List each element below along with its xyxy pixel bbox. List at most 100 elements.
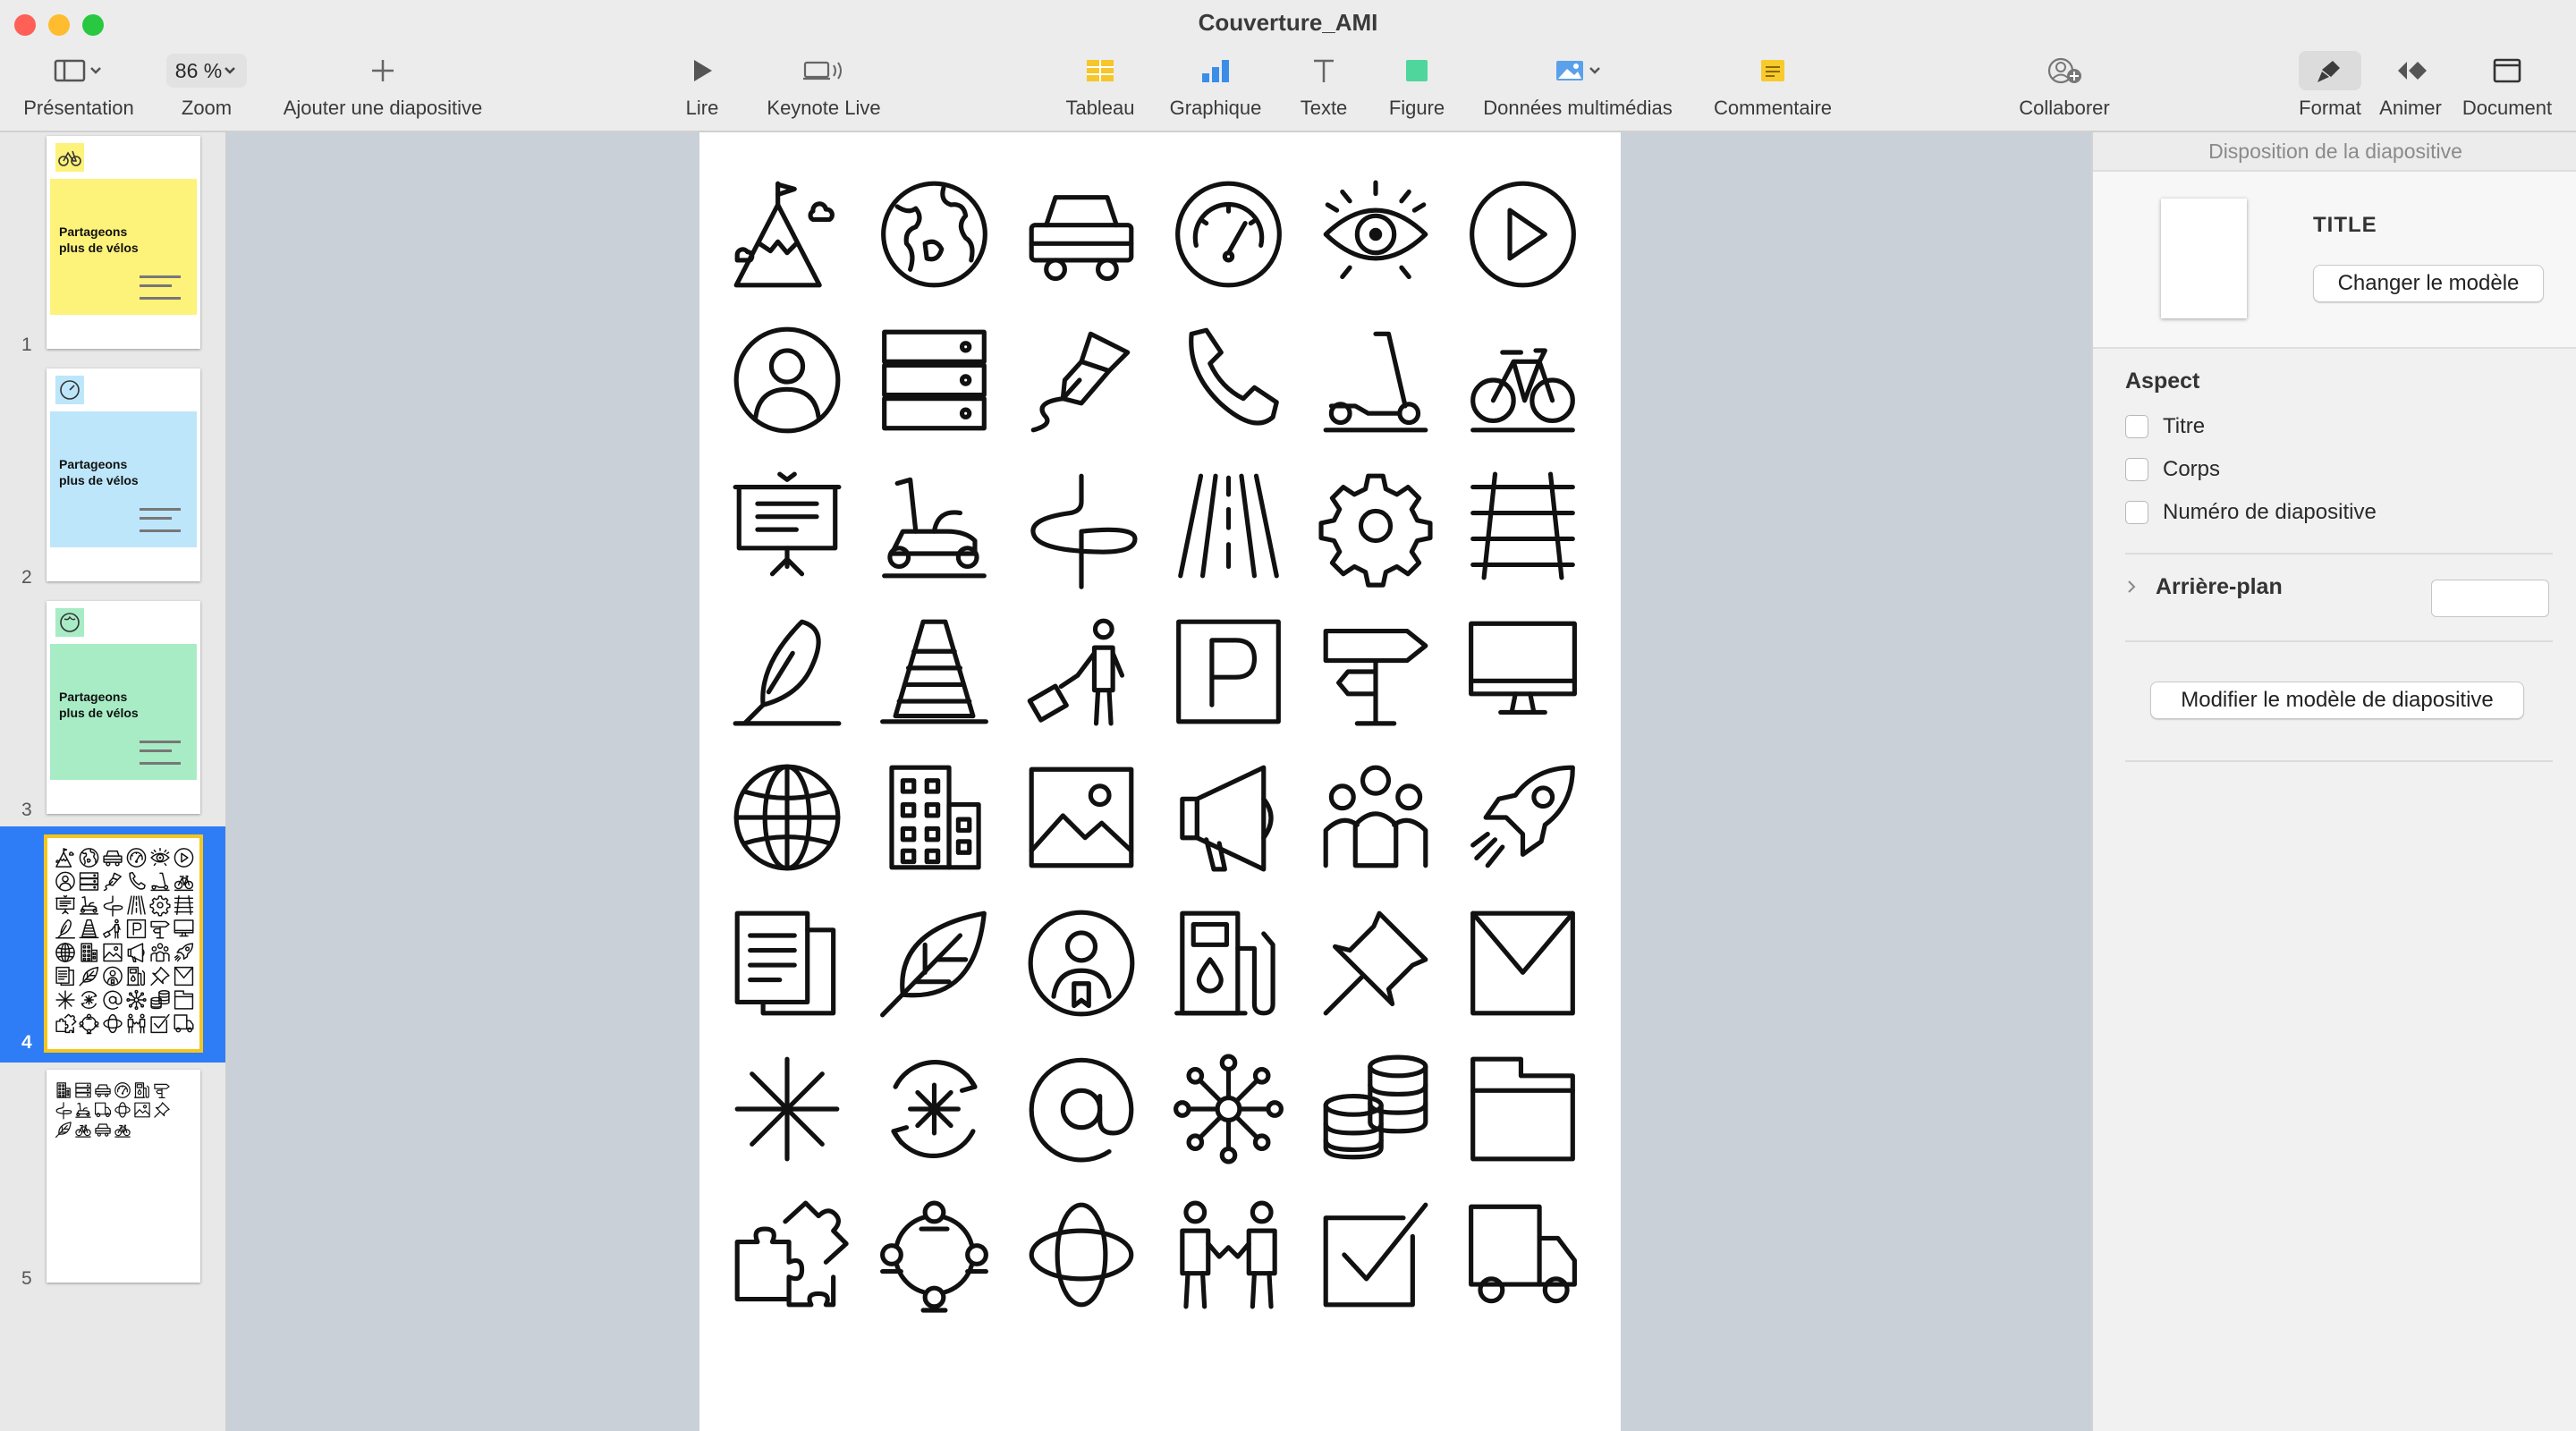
animate-button[interactable]: Animer	[2372, 48, 2449, 127]
slide-number: 4	[21, 1032, 32, 1053]
server-rack-icon	[75, 1082, 91, 1098]
animate-diamond-icon	[2393, 48, 2428, 93]
image-icon	[134, 1102, 150, 1118]
pushpin-icon[interactable]	[1323, 910, 1428, 1016]
server-rack-icon[interactable]	[882, 329, 987, 431]
checkbox-body[interactable]	[2125, 458, 2148, 481]
user-circle-icon[interactable]	[733, 326, 841, 434]
coins-stack-icon[interactable]	[1323, 1054, 1428, 1160]
speedometer-icon	[114, 1082, 131, 1098]
text-button[interactable]: Texte	[1288, 48, 1360, 127]
zoom-control[interactable]: 86 % Zoom	[157, 48, 256, 127]
checkbox-body-row[interactable]: Corps	[2125, 454, 2220, 485]
checkbox-slide-number-row[interactable]: Numéro de diapositive	[2125, 497, 2377, 528]
folder-icon[interactable]	[1470, 1056, 1575, 1162]
fuel-station-icon[interactable]	[1174, 910, 1275, 1016]
table-button[interactable]: Tableau	[1055, 48, 1145, 127]
slide-thumbnail-5[interactable]: 5	[0, 1066, 225, 1299]
globe-earth-icon[interactable]	[881, 181, 987, 288]
signpost-icon[interactable]	[1323, 628, 1428, 726]
buildings-icon[interactable]	[889, 765, 981, 870]
asterisk-icon	[55, 990, 75, 1010]
eye-icon[interactable]	[1323, 180, 1428, 280]
car-icon[interactable]	[1029, 195, 1134, 282]
layout-thumbnail[interactable]	[2161, 199, 2247, 318]
envelope-icon[interactable]	[1470, 910, 1575, 1016]
delivery-truck-icon[interactable]	[1469, 1204, 1577, 1304]
moped-icon[interactable]	[882, 477, 987, 579]
traffic-cone-icon[interactable]	[880, 619, 988, 724]
checkbox-title[interactable]	[2125, 415, 2148, 438]
user-badge-circle-icon[interactable]	[1028, 910, 1135, 1017]
play-button[interactable]: Lire	[664, 48, 741, 127]
presentation-board-icon[interactable]	[733, 471, 842, 577]
railway-track-icon[interactable]	[1470, 471, 1575, 580]
comment-button[interactable]: Commentaire	[1701, 48, 1844, 127]
phone-icon[interactable]	[1189, 327, 1279, 426]
change-master-button[interactable]: Changer le modèle	[2313, 265, 2544, 302]
checkbox-title-row[interactable]: Titre	[2125, 411, 2205, 442]
slide-thumbnail-4[interactable]: 4	[0, 826, 225, 1063]
format-button[interactable]: Format	[2290, 48, 2370, 127]
play-circle-icon[interactable]	[1470, 181, 1576, 288]
zoom-select[interactable]: 86 %	[165, 54, 248, 88]
slide-preview: Partageons plus de vélos	[47, 368, 200, 581]
add-slide-label: Ajouter une diapositive	[283, 97, 483, 119]
puzzle-icon[interactable]	[734, 1200, 849, 1308]
group-people-icon[interactable]	[1323, 765, 1428, 868]
pen-nib-icon[interactable]	[1030, 331, 1131, 433]
edit-master-button[interactable]: Modifier le modèle de diapositive	[2150, 682, 2524, 719]
orbit-icon[interactable]	[1029, 1202, 1134, 1308]
megaphone-icon[interactable]	[1180, 765, 1274, 872]
slide-thumbnail-1[interactable]: Partageons plus de vélos 1	[0, 132, 225, 365]
text-placeholder-line	[140, 508, 181, 511]
slide-preview: Partageons plus de vélos	[47, 136, 200, 349]
winding-path-icon[interactable]	[1030, 473, 1138, 589]
icon-grid-preview	[55, 848, 194, 1035]
rocket-icon[interactable]	[1470, 765, 1575, 868]
documents-icon[interactable]	[734, 910, 836, 1016]
scooter-kick-icon[interactable]	[1323, 331, 1428, 433]
background-color-well[interactable]	[2431, 580, 2549, 617]
bicycle-icon[interactable]	[1470, 348, 1575, 433]
speedometer-icon[interactable]	[1175, 181, 1282, 288]
at-sign-icon	[103, 990, 123, 1010]
text-placeholder-line	[140, 762, 181, 765]
leaf-icon[interactable]	[880, 910, 987, 1018]
chart-button[interactable]: Graphique	[1157, 48, 1274, 127]
traveler-luggage-icon[interactable]	[1027, 618, 1125, 726]
asterisk-icon[interactable]	[734, 1056, 840, 1162]
cycle-asterisk-icon[interactable]	[891, 1060, 978, 1158]
slide-preview	[44, 834, 203, 1053]
document-button[interactable]: Document	[2454, 48, 2560, 127]
network-nodes-icon[interactable]	[1174, 1054, 1284, 1164]
current-slide[interactable]	[699, 132, 1621, 1431]
road-icon[interactable]	[1178, 473, 1279, 579]
checkbox-icon[interactable]	[1323, 1202, 1428, 1308]
handshake-people-icon[interactable]	[1180, 1200, 1277, 1309]
parking-sign-icon[interactable]	[1176, 619, 1281, 724]
slide-thumbnail-3[interactable]: Partageons plus de vélos 3	[0, 597, 225, 830]
media-button[interactable]: Données multimédias	[1472, 48, 1683, 127]
monitor-icon	[174, 919, 194, 937]
icon-grid-preview	[55, 1082, 170, 1139]
community-circle-icon[interactable]	[880, 1200, 988, 1313]
checkbox-slide-number[interactable]	[2125, 501, 2148, 524]
play-circle-icon	[174, 848, 194, 868]
gear-icon[interactable]	[1318, 473, 1433, 588]
at-sign-icon[interactable]	[1029, 1057, 1134, 1163]
photo-icon	[1553, 48, 1603, 93]
slide-thumbnail-2[interactable]: Partageons plus de vélos 2	[0, 365, 225, 597]
comment-note-icon	[1758, 48, 1787, 93]
collaborate-button[interactable]: Collaborer	[2009, 48, 2120, 127]
monitor-icon[interactable]	[1469, 621, 1577, 716]
add-slide-button[interactable]: Ajouter une diapositive	[268, 48, 497, 127]
presentation-view-button[interactable]: Présentation	[9, 48, 148, 127]
background-disclosure[interactable]: Arrière-plan	[2125, 569, 2283, 605]
world-grid-icon[interactable]	[733, 764, 841, 871]
mountain-flag-icon[interactable]	[733, 181, 835, 288]
shape-button[interactable]: Figure	[1377, 48, 1456, 127]
keynote-live-button[interactable]: Keynote Live	[757, 48, 891, 127]
image-icon[interactable]	[1029, 766, 1134, 868]
feather-quill-icon[interactable]	[733, 619, 842, 726]
